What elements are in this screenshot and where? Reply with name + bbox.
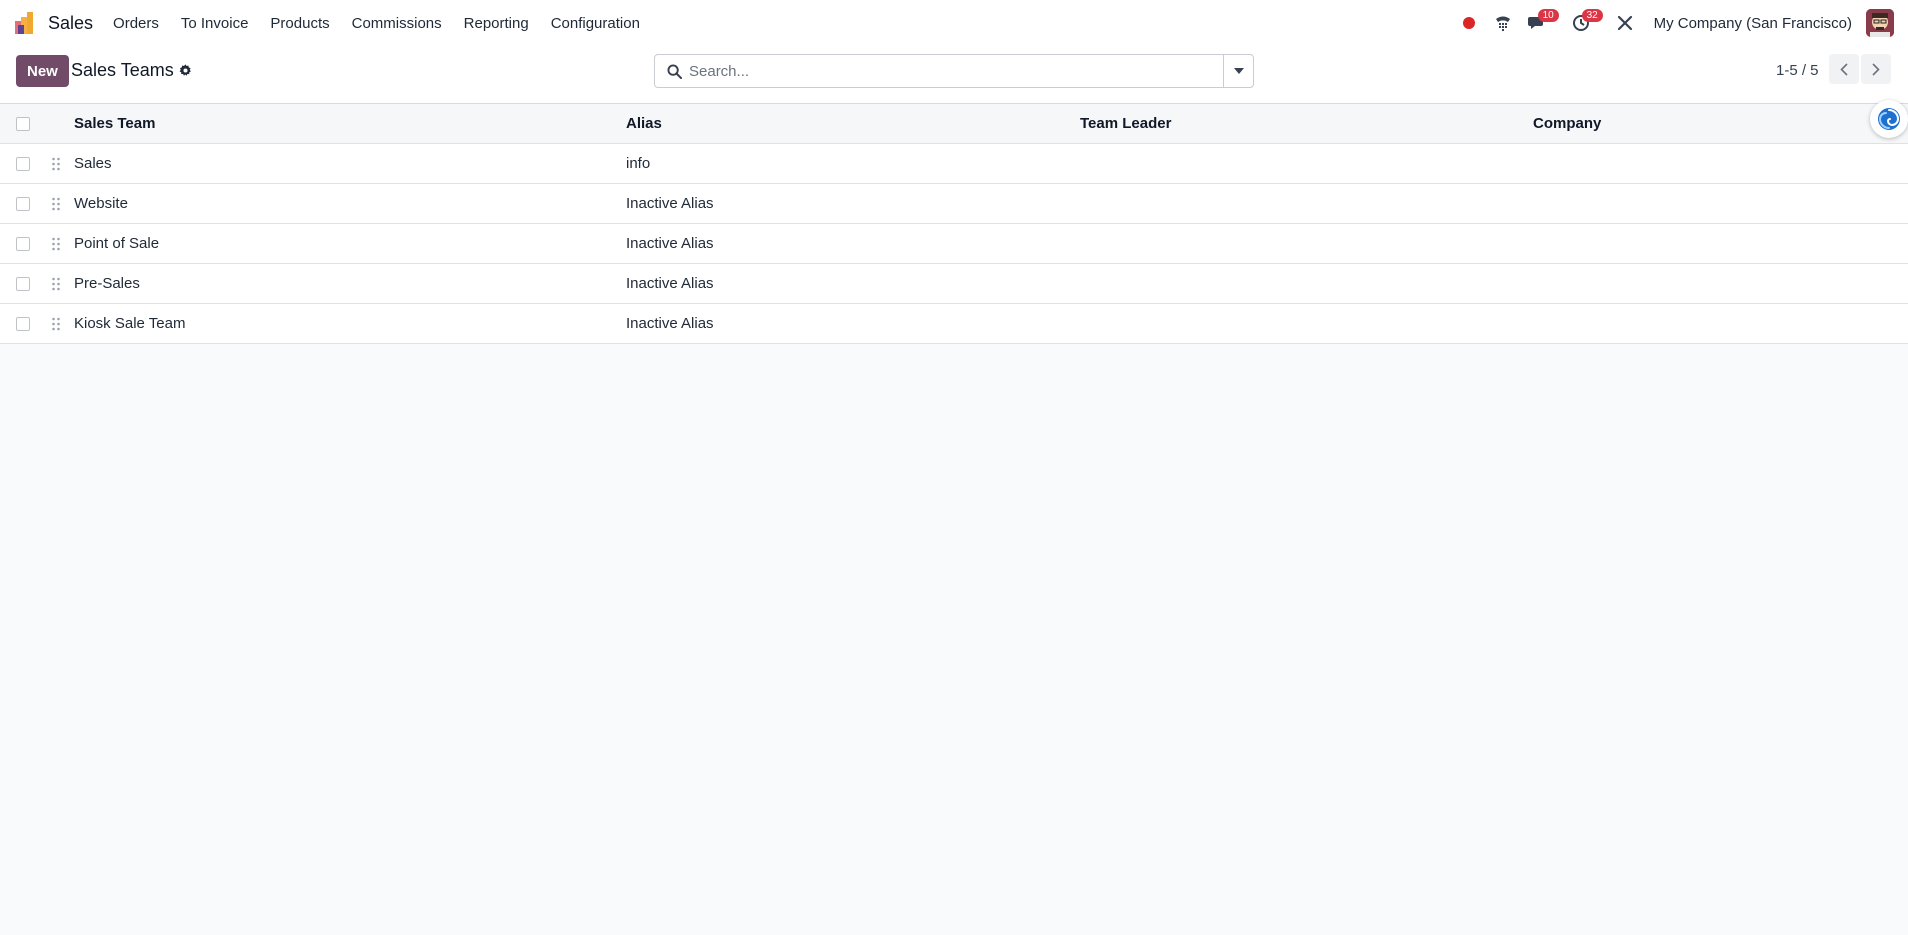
clock-icon[interactable]: 32 [1566,8,1603,38]
new-button[interactable]: New [16,55,69,87]
cell-sales-team: Website [74,195,128,212]
debug-tools-icon[interactable] [1610,8,1640,38]
cell-alias: info [626,155,651,172]
table-row[interactable]: Website Inactive Alias [0,184,1908,224]
row-checkbox[interactable] [16,196,30,211]
menu-reporting[interactable]: Reporting [464,15,529,32]
control-panel: New Sales Teams 1-5 / 5 [0,46,1908,104]
menu-to-invoice[interactable]: To Invoice [181,15,249,32]
drag-handle-icon[interactable] [51,317,61,331]
table-row[interactable]: Sales info [0,144,1908,184]
chat-icon[interactable]: 10 [1522,8,1559,38]
drag-handle-icon[interactable] [51,277,61,291]
messages-badge: 10 [1537,9,1559,22]
top-navbar: Sales Orders To Invoice Products Commiss… [0,0,1908,46]
row-checkbox[interactable] [16,316,30,331]
pager-next-button[interactable] [1861,54,1891,84]
table-row[interactable]: Pre-Sales Inactive Alias [0,264,1908,304]
company-switcher[interactable]: My Company (San Francisco) [1654,15,1852,32]
select-all-checkbox[interactable] [16,116,30,131]
chevron-left-icon [1840,62,1848,76]
drag-handle-icon[interactable] [51,197,61,211]
app-name[interactable]: Sales [48,13,93,34]
column-header-team-leader[interactable]: Team Leader [1080,115,1171,132]
search-bar [654,54,1254,88]
menu-commissions[interactable]: Commissions [352,15,442,32]
record-dot-icon[interactable] [1454,8,1484,38]
row-checkbox[interactable] [16,156,30,171]
list-header: Sales Team Alias Team Leader Company [0,104,1908,144]
cell-alias: Inactive Alias [626,235,714,252]
search-options-toggle[interactable] [1223,55,1253,87]
table-row[interactable]: Kiosk Sale Team Inactive Alias [0,304,1908,344]
avatar[interactable] [1866,9,1894,37]
page-title: Sales Teams [71,60,174,80]
gear-icon[interactable] [179,64,192,77]
column-header-alias[interactable]: Alias [626,115,662,132]
menu-orders[interactable]: Orders [113,15,159,32]
cell-sales-team: Sales [74,155,112,172]
breadcrumb: Sales Teams [71,60,192,81]
search-icon [659,55,689,87]
cell-sales-team: Point of Sale [74,235,160,252]
column-header-company[interactable]: Company [1533,115,1601,132]
cell-alias: Inactive Alias [626,275,714,292]
pager-value[interactable]: 1-5 / 5 [1776,62,1819,79]
row-checkbox[interactable] [16,276,30,291]
search-input[interactable] [689,55,1223,87]
cell-alias: Inactive Alias [626,315,714,332]
caret-down-icon [1233,68,1244,74]
column-header-sales-team[interactable]: Sales Team [74,115,155,132]
cell-sales-team: Kiosk Sale Team [74,315,186,332]
drag-handle-icon[interactable] [51,237,61,251]
activities-badge: 32 [1581,9,1603,22]
sales-teams-list: Sales Team Alias Team Leader Company Sal… [0,104,1908,344]
pager-previous-button[interactable] [1829,54,1859,84]
ai-assistant-icon[interactable] [1870,100,1908,138]
app-logo-icon[interactable] [14,11,38,35]
phone-icon[interactable] [1488,8,1518,38]
table-row[interactable]: Point of Sale Inactive Alias [0,224,1908,264]
drag-handle-icon[interactable] [51,157,61,171]
chevron-right-icon [1872,62,1880,76]
row-checkbox[interactable] [16,236,30,251]
cell-sales-team: Pre-Sales [74,275,140,292]
cell-alias: Inactive Alias [626,195,714,212]
systray: 10 32 My Company (San Francisco) [1450,8,1894,38]
menu-products[interactable]: Products [270,15,329,32]
menu-configuration[interactable]: Configuration [551,15,640,32]
